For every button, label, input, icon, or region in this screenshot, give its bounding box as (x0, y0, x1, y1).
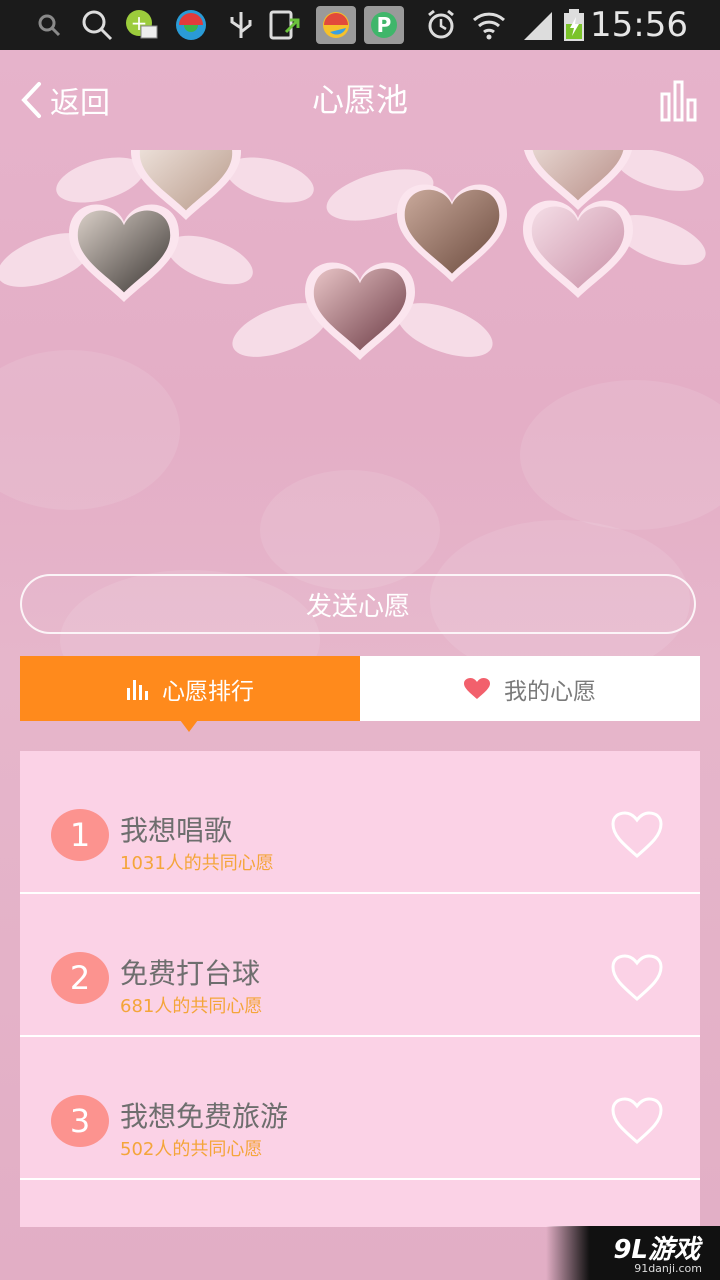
wish-text: 我想唱歌 (120, 814, 233, 847)
watermark-logo: 9L游戏 (613, 1235, 700, 1265)
tab-my-wishes[interactable]: 我的心愿 (360, 656, 700, 721)
wish-count: 502人的共同心愿 (120, 1139, 263, 1160)
search-icon (82, 10, 113, 41)
winged-heart-girl (232, 262, 493, 360)
hero-banner (0, 150, 720, 550)
wifi-icon (472, 12, 506, 40)
browser-icon (316, 6, 356, 44)
watermark: 9L游戏 91danji.com (546, 1226, 720, 1280)
heart-outline-icon[interactable] (610, 1097, 664, 1145)
search-icon (38, 14, 61, 37)
clock: 15:56 (590, 5, 688, 45)
install-icon (269, 10, 300, 40)
alarm-icon (428, 9, 454, 39)
heart-outline-icon[interactable] (610, 954, 664, 1002)
status-bar: + P 15:56 (0, 0, 720, 50)
p-app-icon: P (364, 6, 404, 44)
bar-chart-icon (126, 678, 148, 700)
list-item[interactable]: 3 我想免费旅游 502人的共同心愿 (20, 1037, 700, 1180)
battery-charging-icon (564, 9, 584, 41)
send-wish-button[interactable]: 发送心愿 (20, 574, 696, 634)
rank-badge: 2 (51, 952, 109, 1004)
tab-bar: 心愿排行 我的心愿 (20, 656, 700, 721)
winged-heart-woman (326, 169, 507, 282)
wish-text: 我想免费旅游 (120, 1100, 289, 1133)
ranking-chart-icon[interactable] (660, 80, 698, 122)
signal-icon (524, 12, 552, 40)
rank-badge: 3 (51, 1095, 109, 1147)
wish-list: 1 我想唱歌 1031人的共同心愿 2 免费打台球 681人的共同心愿 3 我想… (20, 751, 700, 1227)
tab-wish-ranking[interactable]: 心愿排行 (20, 656, 360, 721)
tab-label: 我的心愿 (504, 678, 596, 705)
heart-outline-icon[interactable] (610, 811, 664, 859)
active-tab-pointer (180, 720, 198, 732)
wish-count: 1031人的共同心愿 (120, 853, 274, 874)
wish-text: 免费打台球 (120, 957, 261, 990)
sync-app-icon (176, 10, 206, 40)
winged-heart-bouquet (523, 200, 706, 298)
page-title: 心愿池 (311, 81, 408, 119)
wish-count: 681人的共同心愿 (120, 996, 263, 1017)
top-bar: 返回 心愿池 (0, 50, 720, 150)
heart-icon (464, 677, 490, 700)
list-item[interactable]: 2 免费打台球 681人的共同心愿 (20, 894, 700, 1037)
email-app-icon: + (126, 10, 158, 39)
rank-badge: 1 (51, 809, 109, 861)
tab-label: 心愿排行 (162, 678, 254, 705)
svg-text:P: P (377, 13, 392, 37)
winged-heart-cat (0, 204, 253, 302)
list-item[interactable]: 1 我想唱歌 1031人的共同心愿 (20, 751, 700, 894)
watermark-url: 91danji.com (634, 1262, 702, 1275)
usb-icon (230, 12, 252, 38)
